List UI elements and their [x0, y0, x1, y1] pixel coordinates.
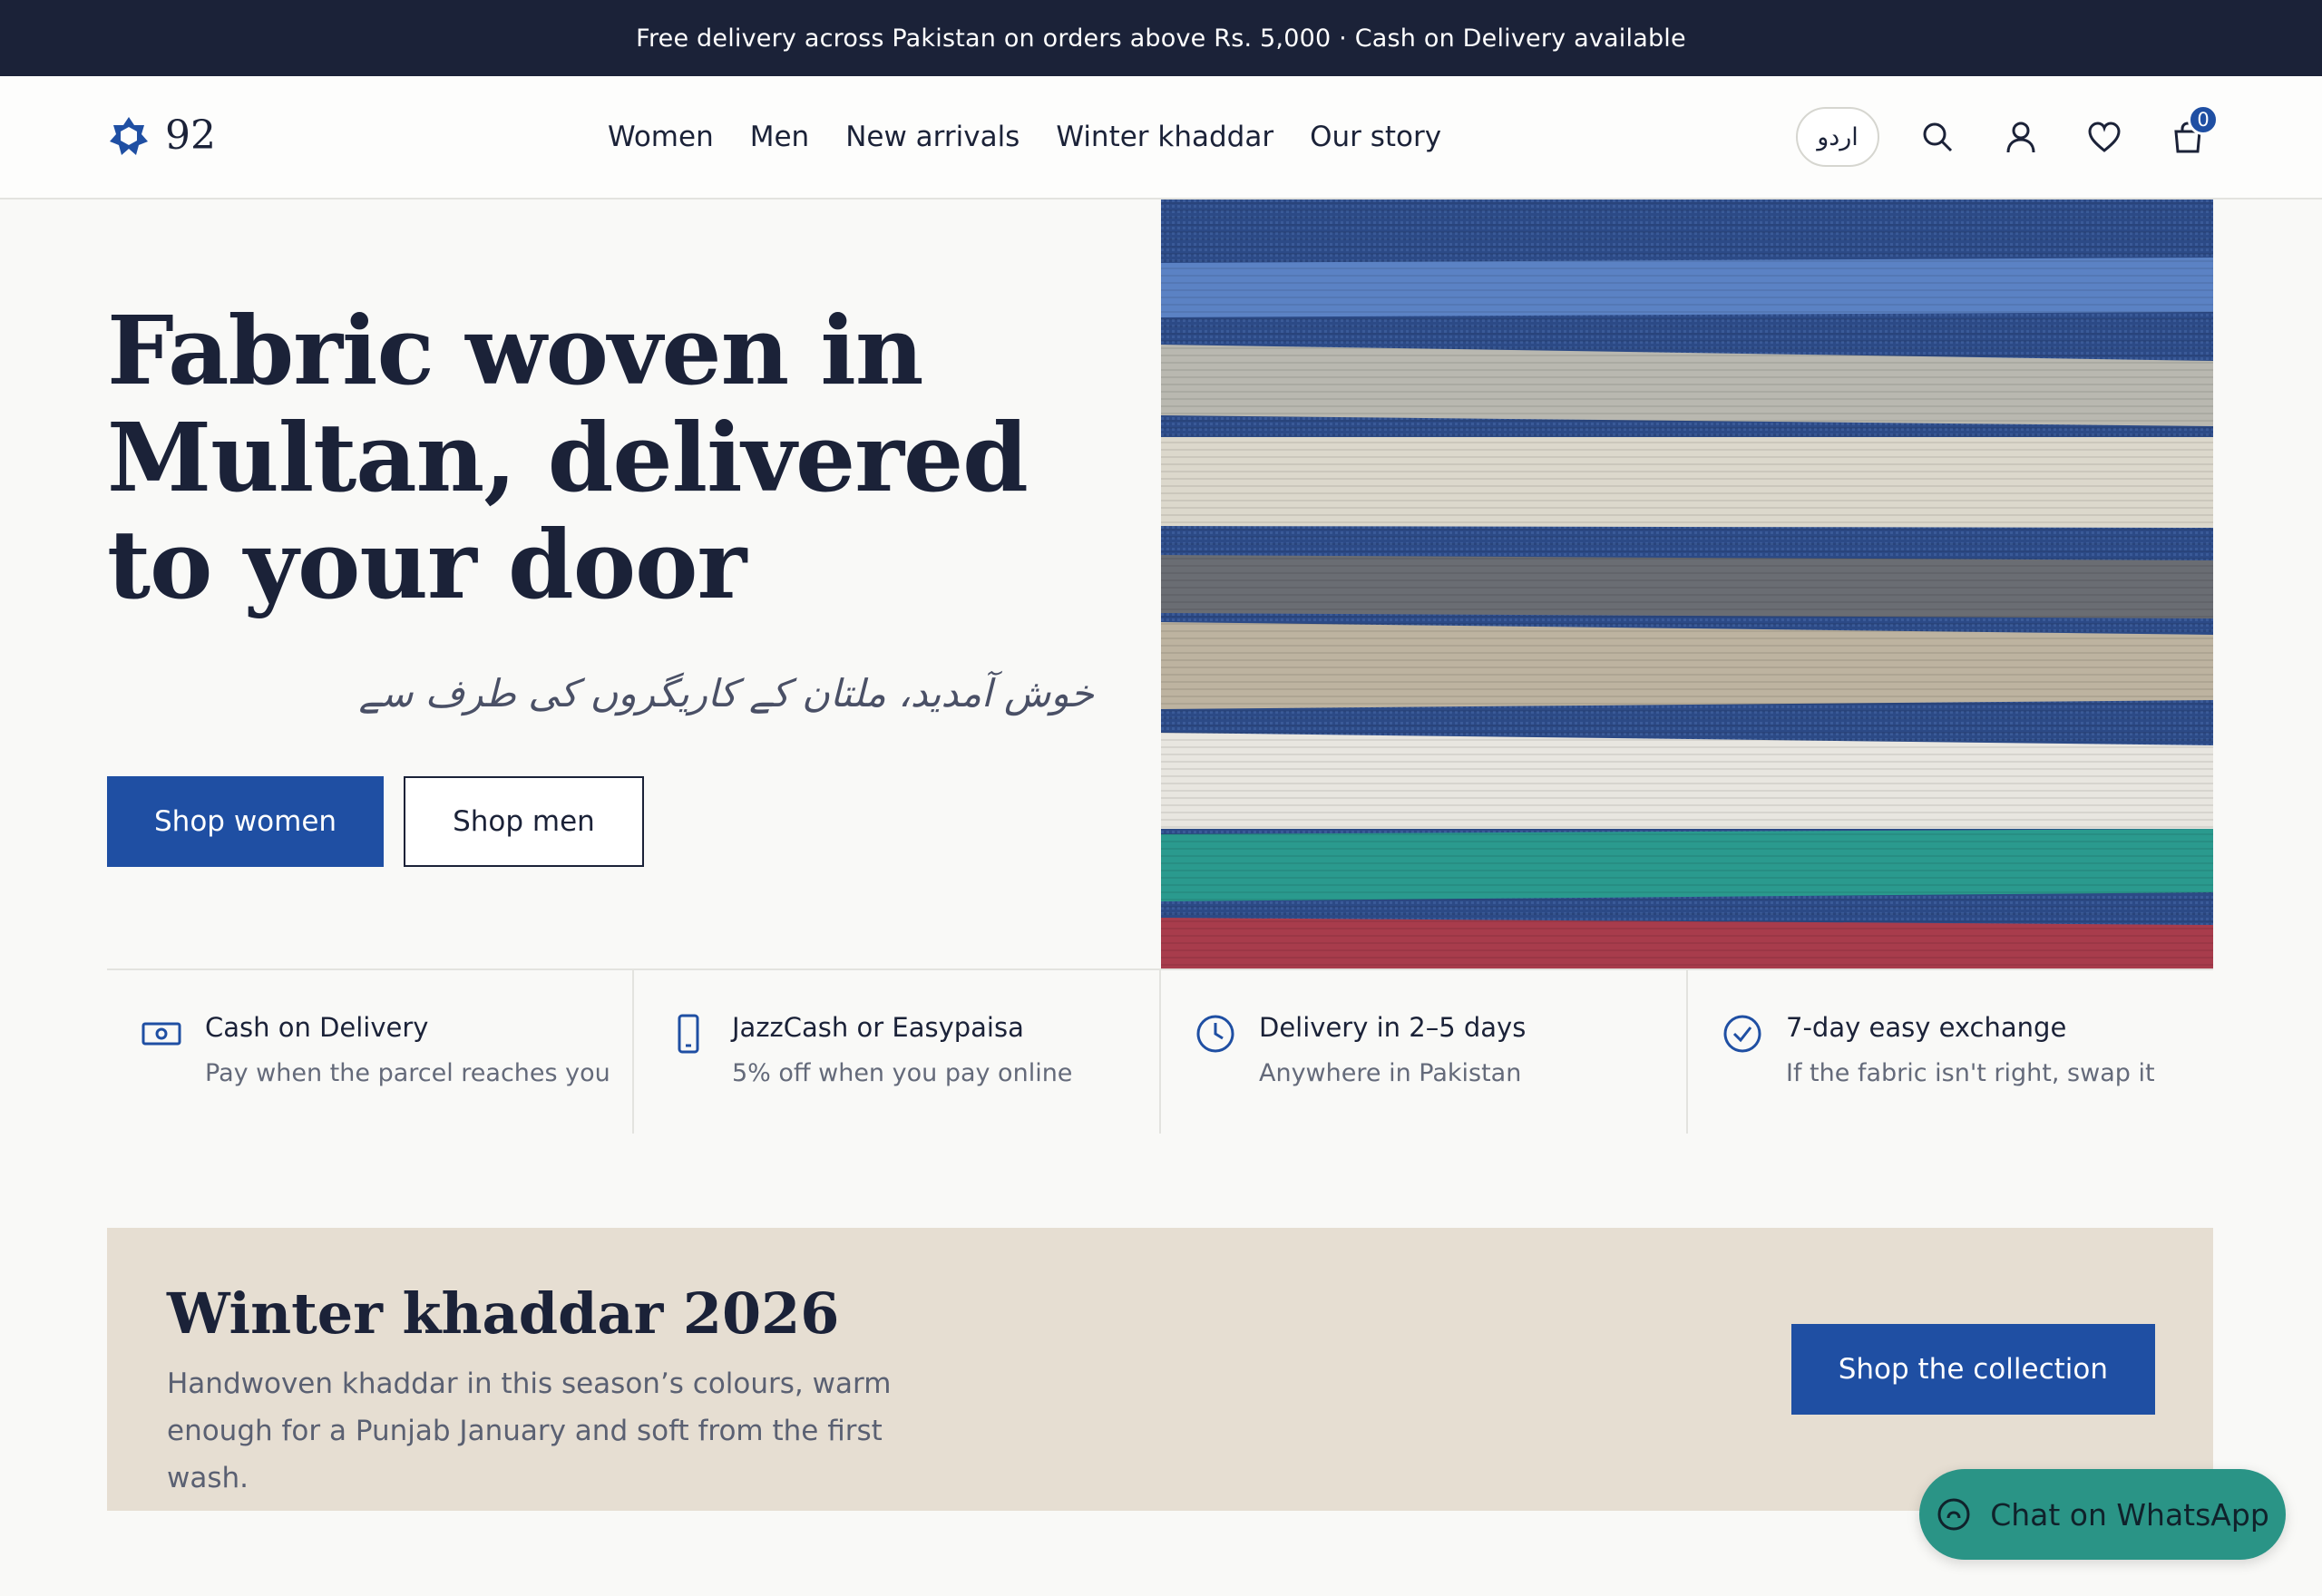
feature-subtitle: 5% off when you pay online	[732, 1059, 1073, 1087]
check-circle-icon	[1723, 1015, 1761, 1053]
nav-our-story[interactable]: Our story	[1310, 121, 1441, 153]
promo-text: Handwoven khaddar in this season’s colou…	[167, 1367, 892, 1494]
nav-new-arrivals[interactable]: New arrivals	[845, 121, 1020, 153]
hero-fabric-image	[1161, 200, 2213, 968]
whatsapp-label: Chat on WhatsApp	[1990, 1496, 2269, 1533]
promo-banner: Winter khaddar 2026 Handwoven khaddar in…	[107, 1228, 2213, 1511]
heart-icon	[2088, 122, 2121, 152]
announcement-text: Free delivery across Pakistan on orders …	[636, 24, 1686, 53]
account-button[interactable]	[1995, 112, 2046, 162]
search-icon	[1923, 122, 1953, 152]
hero-actions: Shop women Shop men	[107, 776, 644, 867]
feature-item: Cash on Delivery Pay when the parcel rea…	[107, 970, 634, 1134]
nav-winter-khaddar[interactable]: Winter khaddar	[1056, 121, 1273, 153]
user-icon	[2006, 122, 2035, 153]
feature-subtitle: Anywhere in Pakistan	[1259, 1059, 1522, 1087]
feature-subtitle: Pay when the parcel reaches you	[205, 1059, 610, 1087]
feature-subtitle: If the fabric isn't right, swap it	[1786, 1059, 2155, 1087]
phone-icon	[678, 1014, 699, 1054]
wishlist-button[interactable]	[2079, 112, 2130, 162]
feature-item: JazzCash or Easypaisa 5% off when you pa…	[634, 970, 1161, 1134]
cart-count-badge: 0	[2188, 104, 2219, 135]
hero-section: Fabric woven in Multan, delivered to you…	[0, 200, 2322, 968]
shop-collection-button[interactable]: Shop the collection	[1790, 1324, 2155, 1415]
site-header: 92 Women Men New arrivals Winter khaddar…	[0, 76, 2322, 200]
shop-men-button[interactable]: Shop men	[404, 776, 644, 867]
whatsapp-chat-button[interactable]: Chat on WhatsApp	[1919, 1469, 2286, 1560]
search-button[interactable]	[1912, 112, 1963, 162]
header-tools: اردو 0	[1796, 76, 2219, 198]
feature-title: JazzCash or Easypaisa	[732, 1012, 1024, 1043]
logo-mark-icon	[110, 116, 148, 155]
logo[interactable]: 92	[107, 112, 216, 159]
feature-item: 7-day easy exchange If the fabric isn't …	[1688, 970, 2213, 1134]
hero-urdu-tagline: خوش آمدید، ملتان کے کاریگروں کی طرف سے	[358, 671, 1094, 715]
brand-name: 92	[165, 112, 216, 159]
feature-title: Cash on Delivery	[205, 1012, 429, 1043]
fabric-stripes-image	[1161, 200, 2213, 968]
promo-title: Winter khaddar 2026	[167, 1280, 840, 1347]
cash-icon	[141, 1022, 181, 1046]
nav-women[interactable]: Women	[608, 121, 714, 153]
shop-women-button[interactable]: Shop women	[107, 776, 385, 867]
nav-men[interactable]: Men	[750, 121, 809, 153]
clock-icon	[1196, 1015, 1234, 1053]
cart-button[interactable]: 0	[2162, 104, 2219, 162]
announcement-bar: Free delivery across Pakistan on orders …	[0, 0, 2322, 76]
whatsapp-icon	[1937, 1498, 1970, 1531]
language-toggle-button[interactable]: اردو	[1796, 107, 1879, 167]
feature-title: 7-day easy exchange	[1786, 1012, 2067, 1043]
feature-item: Delivery in 2–5 days Anywhere in Pakista…	[1161, 970, 1688, 1134]
feature-title: Delivery in 2–5 days	[1259, 1012, 1527, 1043]
hero-title: Fabric woven in Multan, delivered to you…	[107, 295, 1029, 620]
features-strip: Cash on Delivery Pay when the parcel rea…	[107, 968, 2213, 1134]
main-nav: Women Men New arrivals Winter khaddar Ou…	[608, 76, 1441, 198]
